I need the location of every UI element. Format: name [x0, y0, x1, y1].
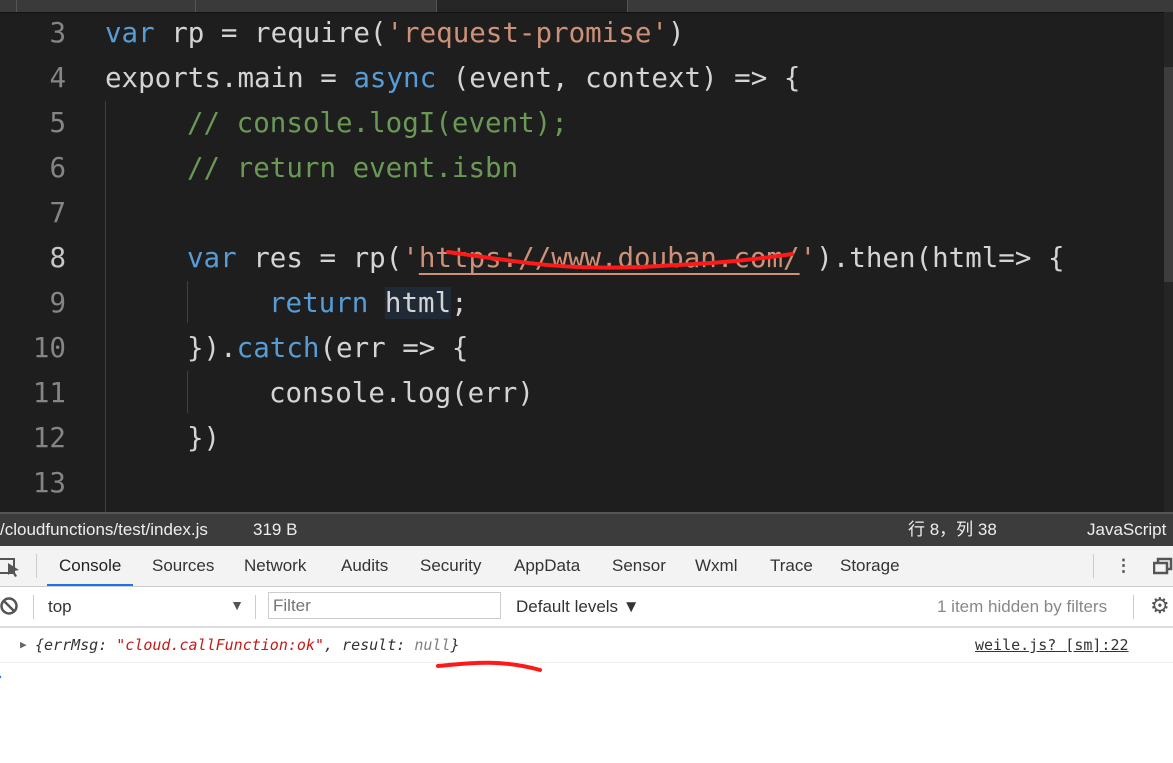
annotation-overlay [436, 250, 794, 672]
red-underline-annotation [436, 660, 542, 672]
red-underline-annotation [446, 250, 794, 270]
